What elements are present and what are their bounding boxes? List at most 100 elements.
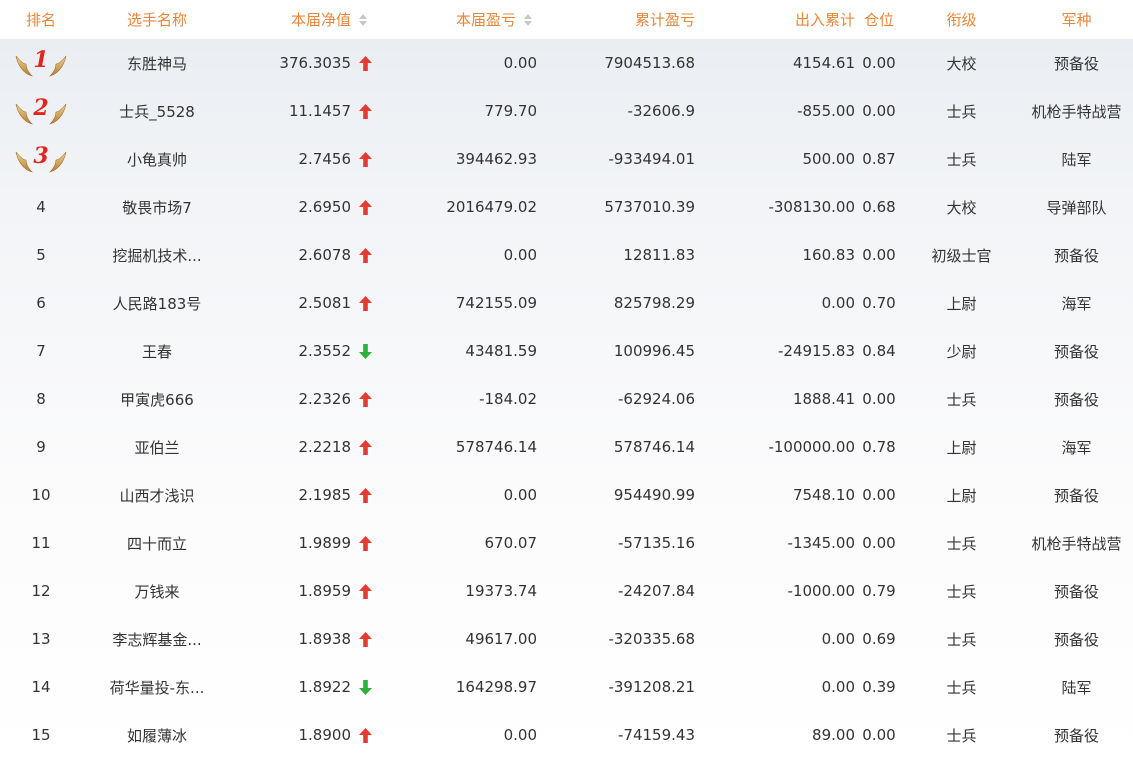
rank-cell: 10	[0, 471, 82, 519]
player-name[interactable]: 甲寅虎666	[120, 391, 194, 409]
arrow-up-icon	[359, 631, 372, 647]
title-cell: 士兵	[946, 150, 977, 169]
arrow-up-icon	[359, 535, 372, 551]
position-cell: 0.39	[862, 678, 896, 696]
title-cell: 士兵	[946, 678, 977, 697]
col-header-nav-label: 本届净值	[290, 11, 351, 29]
pnl-cell: 779.70	[484, 102, 538, 120]
player-name[interactable]: 亚伯兰	[134, 439, 179, 457]
title-cell: 上尉	[946, 438, 977, 457]
rank-cell: 6	[0, 279, 82, 327]
pnl-cell: 578746.14	[455, 438, 537, 456]
rank-number: 11	[31, 534, 51, 552]
arrow-up-icon	[359, 439, 372, 455]
nav-cell: 2.1985	[232, 471, 372, 519]
player-name-cell[interactable]: 山西才浅识	[82, 471, 232, 519]
rank-cell: 3	[0, 135, 82, 183]
sort-icon[interactable]	[524, 13, 533, 27]
col-header-rank: 排名	[0, 0, 82, 39]
nav-value: 1.9899	[298, 534, 352, 552]
flow-cell: 89.00	[812, 726, 855, 744]
player-name[interactable]: 万钱来	[134, 583, 179, 601]
player-name[interactable]: 人民路183号	[113, 295, 202, 313]
flow-cell: 500.00	[802, 150, 856, 168]
player-name[interactable]: 山西才浅识	[119, 487, 194, 505]
player-name-cell[interactable]: 东胜神马	[82, 39, 232, 87]
arrow-up-icon	[359, 55, 372, 71]
arrow-down-icon	[359, 343, 372, 359]
col-header-name-label: 选手名称	[126, 11, 187, 29]
flow-cell: 160.83	[802, 246, 856, 264]
flow-cell: 1888.41	[792, 390, 855, 408]
table-row: 5 挖掘机技术... 2.6078 0.00 12811.83 160.83 0…	[0, 231, 1133, 279]
table-row: 6 人民路183号 2.5081 742155.09 825798.29 0.0…	[0, 279, 1133, 327]
player-name-cell[interactable]: 四十而立	[82, 519, 232, 567]
player-name[interactable]: 四十而立	[127, 535, 187, 553]
nav-cell: 2.7456	[232, 135, 372, 183]
branch-cell: 海军	[1061, 294, 1092, 313]
flow-cell: 7548.10	[792, 486, 855, 504]
leaderboard-table: 排名 选手名称 本届净值 本届盈亏 累计盈亏 出入累计 仓位 衔级 军种 1 东…	[0, 0, 1133, 759]
player-name[interactable]: 李志辉基金...	[112, 631, 201, 649]
sort-icon[interactable]	[359, 13, 368, 27]
nav-value: 2.2218	[298, 438, 352, 456]
position-cell: 0.00	[862, 726, 896, 744]
nav-cell: 2.3552	[232, 327, 372, 375]
nav-value: 2.1985	[298, 486, 352, 504]
rank-number: 7	[36, 342, 46, 360]
col-header-cum-pnl-label: 累计盈亏	[634, 11, 695, 29]
cum-pnl-cell: 825798.29	[613, 294, 695, 312]
player-name-cell[interactable]: 荷华量投-东...	[82, 663, 232, 711]
player-name-cell[interactable]: 甲寅虎666	[82, 375, 232, 423]
nav-cell: 2.6078	[232, 231, 372, 279]
rank-cell: 14	[0, 663, 82, 711]
player-name-cell[interactable]: 挖掘机技术...	[82, 231, 232, 279]
table-row: 15 如履薄冰 1.8900 0.00 -74159.43 89.00 0.00…	[0, 711, 1133, 759]
pnl-cell: 19373.74	[465, 582, 537, 600]
rank-cell: 13	[0, 615, 82, 663]
rank-cell: 4	[0, 183, 82, 231]
col-header-nav[interactable]: 本届净值	[232, 0, 372, 39]
player-name[interactable]: 王春	[142, 343, 172, 361]
table-row: 1 东胜神马 376.3035 0.00 7904513.68 4154.61 …	[0, 39, 1133, 87]
rank-cell: 11	[0, 519, 82, 567]
cum-pnl-cell: 100996.45	[613, 342, 695, 360]
player-name[interactable]: 敬畏市场7	[122, 199, 192, 217]
cum-pnl-cell: 5737010.39	[604, 198, 695, 216]
nav-value: 2.2326	[298, 390, 352, 408]
player-name[interactable]: 东胜神马	[127, 55, 187, 73]
table-row: 12 万钱来 1.8959 19373.74 -24207.84 -1000.0…	[0, 567, 1133, 615]
player-name-cell[interactable]: 亚伯兰	[82, 423, 232, 471]
player-name[interactable]: 士兵_5528	[119, 103, 195, 121]
player-name[interactable]: 挖掘机技术...	[112, 247, 201, 265]
col-header-rank-label: 排名	[25, 11, 56, 29]
player-name-cell[interactable]: 敬畏市场7	[82, 183, 232, 231]
position-cell: 0.70	[862, 294, 896, 312]
table-body: 1 东胜神马 376.3035 0.00 7904513.68 4154.61 …	[0, 39, 1133, 759]
player-name-cell[interactable]: 小龟真帅	[82, 135, 232, 183]
nav-cell: 1.8900	[232, 711, 372, 759]
player-name-cell[interactable]: 如履薄冰	[82, 711, 232, 759]
branch-cell: 预备役	[1053, 342, 1099, 361]
leaderboard: 排名 选手名称 本届净值 本届盈亏 累计盈亏 出入累计 仓位 衔级 军种 1 东…	[0, 0, 1133, 761]
flow-cell: -855.00	[797, 102, 855, 120]
arrow-up-icon	[359, 727, 372, 743]
player-name-cell[interactable]: 万钱来	[82, 567, 232, 615]
player-name-cell[interactable]: 士兵_5528	[82, 87, 232, 135]
title-cell: 上尉	[946, 294, 977, 313]
branch-cell: 预备役	[1053, 630, 1099, 649]
player-name-cell[interactable]: 人民路183号	[82, 279, 232, 327]
player-name[interactable]: 如履薄冰	[127, 727, 187, 745]
player-name[interactable]: 荷华量投-东...	[110, 679, 205, 697]
player-name-cell[interactable]: 王春	[82, 327, 232, 375]
rank-number: 8	[36, 390, 46, 408]
player-name-cell[interactable]: 李志辉基金...	[82, 615, 232, 663]
col-header-pnl[interactable]: 本届盈亏	[372, 0, 537, 39]
rank-cell: 8	[0, 375, 82, 423]
branch-cell: 预备役	[1053, 486, 1099, 505]
arrow-up-icon	[359, 199, 372, 215]
cum-pnl-cell: -391208.21	[608, 678, 695, 696]
flow-cell: 0.00	[821, 294, 855, 312]
player-name[interactable]: 小龟真帅	[127, 151, 187, 169]
cum-pnl-cell: -320335.68	[608, 630, 695, 648]
